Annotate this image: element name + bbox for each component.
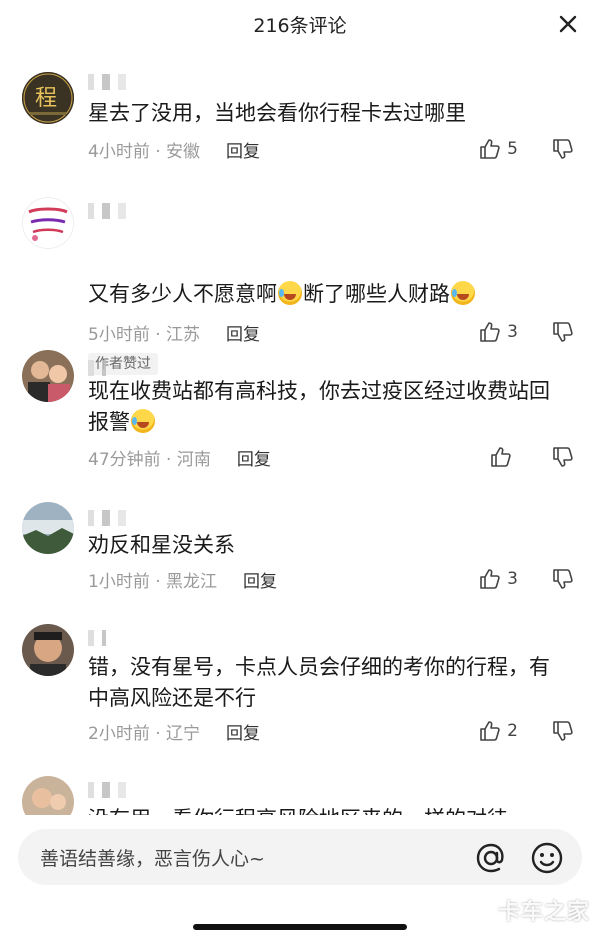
comment-text-part: 中高风险还是不行	[88, 686, 256, 710]
username-blurred	[88, 203, 168, 219]
thumbs-up-icon	[480, 322, 500, 342]
thumbs-down-icon	[553, 721, 573, 741]
thumbs-up-icon	[480, 569, 500, 589]
thumbs-down-icon	[553, 139, 573, 159]
reply-button[interactable]: 回复	[237, 445, 271, 470]
avatar[interactable]	[22, 350, 74, 402]
laugh-cry-emoji-icon	[131, 409, 155, 433]
avatar[interactable]	[22, 502, 74, 554]
like-button[interactable]: 2	[479, 718, 518, 744]
comment-input-placeholder: 善语结善缘，恶言伤人心~	[40, 848, 265, 870]
username-blurred	[88, 630, 106, 646]
like-button[interactable]: 3	[479, 566, 518, 592]
comment-input[interactable]: 善语结善缘，恶言伤人心~	[18, 829, 582, 885]
comment-text: 劝反和星没关系	[88, 533, 235, 557]
dislike-button[interactable]	[550, 718, 576, 744]
like-count: 5	[507, 139, 518, 159]
like-button[interactable]: 3	[479, 319, 518, 345]
avatar[interactable]	[22, 197, 74, 249]
like-count: 3	[507, 569, 518, 589]
avatar-char: 程	[35, 86, 57, 111]
thumbs-down-icon	[553, 447, 573, 467]
avatar[interactable]: 程	[22, 72, 74, 124]
avatar[interactable]	[22, 776, 74, 815]
reply-button[interactable]: 回复	[226, 137, 260, 162]
like-button[interactable]: 5	[479, 136, 518, 162]
laugh-cry-emoji-icon	[451, 281, 475, 305]
thumbs-up-icon	[480, 721, 500, 741]
username-blurred	[88, 782, 168, 798]
username-blurred	[88, 360, 106, 376]
comment-time-location: 1小时前 · 黑龙江	[88, 571, 218, 592]
thumbs-up-icon	[491, 447, 511, 467]
close-button[interactable]	[556, 12, 580, 36]
thumbs-down-icon	[553, 569, 573, 589]
dislike-button[interactable]	[550, 319, 576, 345]
like-count: 2	[507, 721, 518, 741]
reply-button[interactable]: 回复	[226, 719, 260, 744]
like-button[interactable]	[490, 444, 518, 470]
comments-header: 216条评论	[0, 0, 600, 48]
emoji-button[interactable]	[530, 841, 564, 875]
close-icon	[559, 15, 577, 33]
avatar[interactable]	[22, 624, 74, 676]
laugh-cry-emoji-icon	[278, 281, 302, 305]
comment-time-location: 5小时前 · 江苏	[88, 324, 201, 345]
comment-text-part: 报警	[88, 410, 130, 434]
comment-list[interactable]: 程 星去了没用，当地会看你行程卡去过哪里 4小时前 · 安徽 回复 5 又有多少…	[0, 60, 600, 815]
comment-text-part: 又有多少人不愿意啊	[88, 282, 277, 306]
comment-text: 没有用，看你行程高风险地区来的一样的对待	[88, 804, 588, 815]
comment-text-part: 错，没有星号，卡点人员会仔细的考你的行程，有	[88, 655, 550, 679]
home-indicator	[193, 924, 407, 930]
comment-text-part: 现在收费站都有高科技，你去过疫区经过收费站回	[88, 379, 550, 403]
username-blurred	[88, 74, 132, 90]
emoji-face-icon	[531, 842, 563, 874]
like-count: 3	[507, 322, 518, 342]
thumbs-up-icon	[480, 139, 500, 159]
thumbs-down-icon	[553, 322, 573, 342]
comment-time-location: 4小时前 · 安徽	[88, 141, 201, 162]
reply-button[interactable]: 回复	[243, 567, 277, 592]
mention-button[interactable]	[474, 841, 508, 875]
dislike-button[interactable]	[550, 566, 576, 592]
comment-time-location: 2小时前 · 辽宁	[88, 723, 201, 744]
at-icon	[476, 843, 504, 873]
watermark: 卡车之家	[497, 900, 590, 925]
comment-time-location: 47分钟前 · 河南	[88, 449, 211, 470]
comment-count-title: 216条评论	[253, 14, 347, 37]
username-blurred	[88, 510, 168, 526]
comment-text: 星去了没用，当地会看你行程卡去过哪里	[88, 101, 466, 125]
comment-text-part: 断了哪些人财路	[303, 282, 450, 306]
reply-button[interactable]: 回复	[226, 320, 260, 345]
dislike-button[interactable]	[550, 444, 576, 470]
dislike-button[interactable]	[550, 136, 576, 162]
